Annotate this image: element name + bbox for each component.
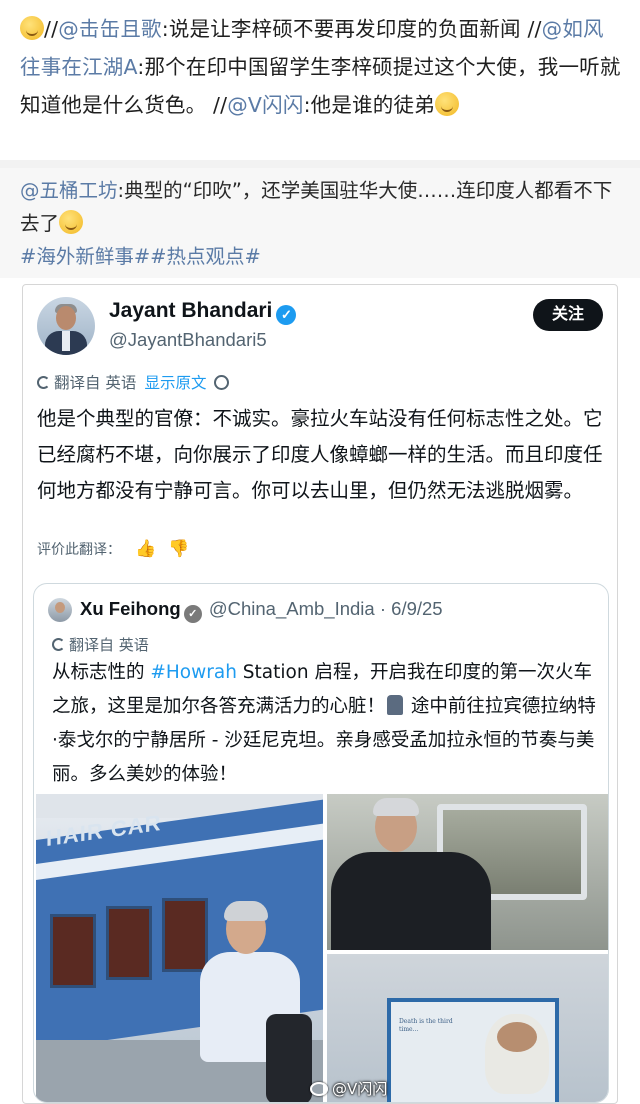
- quoted-translation-bar: 翻译自 英语: [52, 634, 149, 655]
- author-handle[interactable]: @JayantBhandari5: [109, 329, 267, 351]
- thumbs-down-icon[interactable]: 👎: [168, 539, 189, 559]
- hashtag-howrah[interactable]: #Howrah: [150, 662, 237, 683]
- weibo-watermark: @V闪闪: [310, 1078, 387, 1099]
- poster-quote-text: Death is the third time...: [399, 1018, 453, 1033]
- comment-text: @五桶工坊:典型的“印吹”，还学美国驻华大使……连印度人都看不下去了 #海外新鲜…: [20, 174, 622, 273]
- follow-button[interactable]: 关注: [533, 299, 603, 331]
- tweet-body: 他是个典型的官僚：不诚实。豪拉火车站没有任何标志性之处。它已经腐朽不堪，向你展示…: [37, 407, 603, 502]
- user-link-vshanshan[interactable]: @V闪闪: [227, 93, 303, 117]
- divider-band: [0, 160, 640, 168]
- user-link-wutong[interactable]: @五桶工坊: [20, 179, 118, 202]
- quoted-body-pre: 从标志性的: [52, 662, 151, 683]
- photo-train-platform[interactable]: HAIR CAR: [36, 794, 323, 1102]
- thumbs-up-icon[interactable]: 👍: [135, 539, 156, 559]
- rate-translation: 评价此翻译： 👍 👎: [37, 539, 189, 559]
- quoted-author-name-text: Xu Feihong: [80, 598, 181, 619]
- photo-train-seat[interactable]: [327, 794, 608, 950]
- quoted-author-handle: @China_Amb_India · 6/9/25: [208, 598, 443, 619]
- avatar[interactable]: [37, 297, 95, 355]
- repost-seg-0: //: [44, 17, 59, 41]
- verified-badge-icon: ✓: [276, 305, 297, 325]
- rate-label: 评价此翻译：: [37, 542, 121, 558]
- original-comment: @五桶工坊:典型的“印吹”，还学美国驻华大使……连印度人都看不下去了 #海外新鲜…: [0, 168, 640, 278]
- weibo-logo-icon: [310, 1082, 328, 1096]
- gear-icon[interactable]: [214, 375, 230, 390]
- quoted-tweet[interactable]: Xu Feihong ✓ @China_Amb_India · 6/9/25 翻译…: [33, 583, 609, 1103]
- quoted-author-name[interactable]: Xu Feihong ✓ @China_Amb_India · 6/9/25: [80, 598, 443, 623]
- watermark-text: @V闪闪: [332, 1080, 388, 1098]
- grin-sweat-emoji-icon: [20, 16, 44, 40]
- repost-seg-6: :他是谁的徒弟: [303, 93, 435, 117]
- show-original-link[interactable]: 显示原文: [144, 374, 206, 392]
- tweet-author-row: Jayant Bhandari ✓ @JayantBhandari5 关注: [37, 297, 603, 359]
- quoted-avatar[interactable]: [48, 598, 72, 622]
- quoted-body: 从标志性的 #Howrah Station 启程，开启我在印度的第一次火车之旅，…: [52, 656, 600, 792]
- verified-badge-icon: ✓: [183, 605, 202, 623]
- smirk-emoji-icon: [434, 92, 459, 116]
- tweet-card: Jayant Bhandari ✓ @JayantBhandari5 关注 翻译自…: [22, 284, 618, 1104]
- author-name[interactable]: Jayant Bhandari ✓: [109, 299, 297, 325]
- globe-icon: [52, 638, 65, 651]
- hashtag-links[interactable]: #海外新鲜事##热点观点#: [20, 245, 261, 268]
- train-emoji-icon: [387, 695, 404, 715]
- translation-bar: 翻译自 英语 显示原文: [37, 371, 230, 393]
- user-link-jifou[interactable]: @击缶且歌: [58, 17, 162, 41]
- smirk-emoji-icon: [59, 210, 84, 234]
- repost-text: //@击缶且歌:说是让李梓硕不要再发印度的负面新闻 //@如风往事在江湖A:那个…: [20, 10, 622, 124]
- quoted-translated-from: 翻译自 英语: [69, 636, 149, 654]
- translated-from: 翻译自 英语: [54, 374, 137, 392]
- repost-seg-2: :说是让李梓硕不要再发印度的负面新闻 //: [161, 17, 542, 41]
- repost-chain: //@击缶且歌:说是让李梓硕不要再发印度的负面新闻 //@如风往事在江湖A:那个…: [0, 0, 640, 160]
- globe-icon: [37, 376, 50, 389]
- author-name-text: Jayant Bhandari: [109, 299, 273, 322]
